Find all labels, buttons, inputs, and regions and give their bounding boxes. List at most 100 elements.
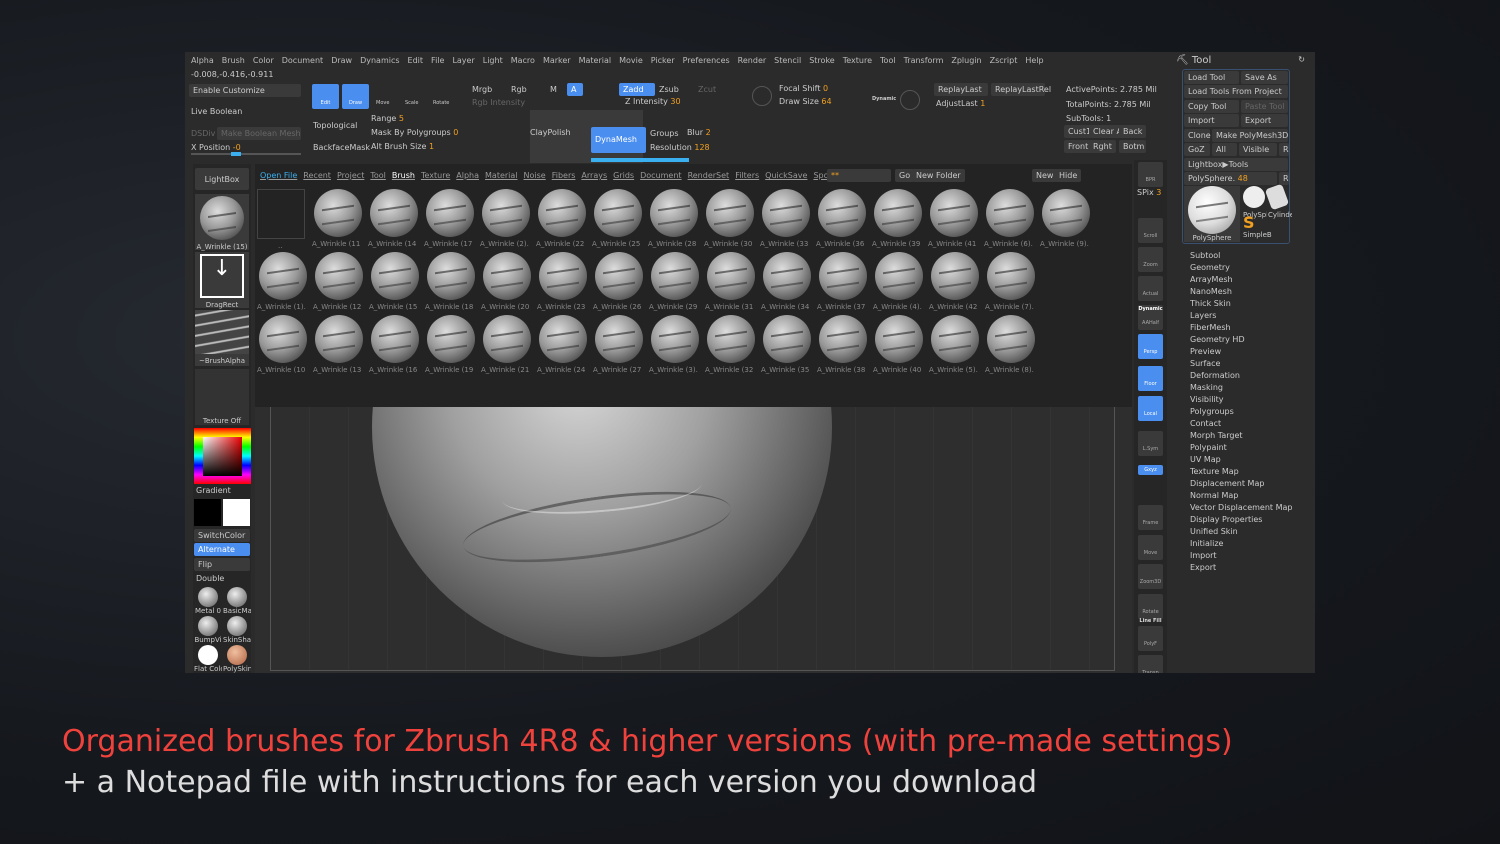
current-tool-slider[interactable]: PolySphere. 48 (1184, 172, 1277, 185)
lightbox-tab-noise[interactable]: Noise (524, 171, 546, 180)
menu-alpha[interactable]: Alpha (191, 56, 214, 65)
lightbox-tab-project[interactable]: Project (337, 171, 364, 180)
view-zoom-button[interactable]: Zoom (1138, 247, 1163, 272)
brush-thumbnail[interactable]: A_Wrinkle (20 (481, 252, 533, 311)
view-actual-button[interactable]: Actual (1138, 276, 1163, 301)
color-picker[interactable] (194, 428, 251, 484)
stroke-draw-icon[interactable] (900, 90, 920, 110)
hide-button[interactable]: Hide (1055, 169, 1082, 182)
stroke-selector[interactable]: ↓ DragRect (195, 252, 249, 309)
visible-button[interactable]: Visible (1239, 143, 1277, 156)
menu-edit[interactable]: Edit (408, 56, 424, 65)
resolution-slider[interactable]: Resolution 128 (650, 143, 710, 152)
lightbox-tab-material[interactable]: Material (485, 171, 518, 180)
tool-section-morph-target[interactable]: Morph Target (1190, 431, 1292, 443)
brush-thumbnail[interactable]: A_Wrinkle (38 (817, 315, 869, 374)
tool-section-visibility[interactable]: Visibility (1190, 395, 1292, 407)
rgb-intensity-slider[interactable]: Rgb Intensity (472, 98, 525, 107)
r-button-2[interactable]: R (1279, 172, 1289, 185)
draw-size-slider[interactable]: Draw Size 64 (779, 97, 832, 106)
brush-thumbnail[interactable]: A_Wrinkle (4). (873, 252, 925, 311)
replay-last-button[interactable]: ReplayLast (934, 83, 988, 96)
brush-thumbnail[interactable]: A_Wrinkle (18 (425, 252, 477, 311)
tool-section-geometry-hd[interactable]: Geometry HD (1190, 335, 1292, 347)
draw-button[interactable]: Draw (342, 84, 369, 109)
path-field[interactable]: ** (827, 169, 891, 182)
tool-section-subtool[interactable]: Subtool (1190, 251, 1292, 263)
brush-thumbnail[interactable]: A_Wrinkle (1). (257, 252, 309, 311)
tool-section-normal-map[interactable]: Normal Map (1190, 491, 1292, 503)
m-button[interactable]: M (550, 85, 557, 94)
all-button[interactable]: All (1212, 143, 1237, 156)
view-scroll-button[interactable]: Scroll (1138, 218, 1163, 243)
primary-color-swatch[interactable] (223, 499, 250, 526)
lightbox-tools-button[interactable]: Lightbox▶Tools (1184, 158, 1288, 171)
brush-thumbnail[interactable]: A_Wrinkle (10 (257, 315, 309, 374)
goz-button[interactable]: GoZ (1184, 143, 1210, 156)
mrgb-button[interactable]: Mrgb (472, 85, 492, 94)
brush-thumbnail[interactable]: A_Wrinkle (17 (424, 189, 476, 248)
import-button[interactable]: Import (1184, 114, 1239, 127)
menu-stencil[interactable]: Stencil (774, 56, 801, 65)
tool-section-nanomesh[interactable]: NanoMesh (1190, 287, 1292, 299)
parent-folder[interactable]: .. (257, 189, 305, 250)
brush-thumbnail[interactable]: A_Wrinkle (29 (649, 252, 701, 311)
brush-thumbnail[interactable]: A_Wrinkle (32 (705, 315, 757, 374)
tool-section-contact[interactable]: Contact (1190, 419, 1292, 431)
menu-document[interactable]: Document (282, 56, 323, 65)
export-button[interactable]: Export (1241, 114, 1288, 127)
lightbox-tab-tool[interactable]: Tool (370, 171, 386, 180)
tool-section-vector-displacement-map[interactable]: Vector Displacement Map (1190, 503, 1292, 515)
brush-thumbnail[interactable]: A_Wrinkle (8). (985, 315, 1037, 374)
brush-thumbnail[interactable]: A_Wrinkle (26 (593, 252, 645, 311)
tool-thumb-simplebrush[interactable]: S SimpleB (1243, 215, 1283, 240)
brush-thumbnail[interactable]: A_Wrinkle (42 (929, 252, 981, 311)
rgb-button[interactable]: Rgb (511, 85, 527, 94)
lightbox-tab-texture[interactable]: Texture (421, 171, 450, 180)
clone-button[interactable]: Clone (1184, 129, 1211, 142)
lightbox-tab-recent[interactable]: Recent (303, 171, 331, 180)
brush-thumbnail[interactable]: A_Wrinkle (36 (816, 189, 868, 248)
brush-thumbnail[interactable]: A_Wrinkle (19 (425, 315, 477, 374)
menu-preferences[interactable]: Preferences (683, 56, 730, 65)
material-swatch[interactable]: BasicMa (223, 587, 251, 615)
new-folder-button[interactable]: New Folder (912, 169, 965, 182)
brush-thumbnail[interactable]: A_Wrinkle (27 (593, 315, 645, 374)
r-button[interactable]: R (1279, 143, 1289, 156)
lightbox-tab-filters[interactable]: Filters (735, 171, 759, 180)
edit-button[interactable]: Edit (312, 84, 339, 109)
brush-thumbnail[interactable]: A_Wrinkle (16 (369, 315, 421, 374)
right-button[interactable]: Rght (1089, 140, 1116, 153)
spix-slider[interactable]: SPix 3 (1137, 188, 1161, 197)
material-swatch[interactable]: Flat Colo (194, 645, 222, 673)
alt-brush-size-slider[interactable]: Alt Brush Size 1 (371, 142, 434, 151)
menu-color[interactable]: Color (253, 56, 274, 65)
menu-material[interactable]: Material (579, 56, 612, 65)
tool-section-import[interactable]: Import (1190, 551, 1292, 563)
lightbox-tab-document[interactable]: Document (640, 171, 681, 180)
tool-section-deformation[interactable]: Deformation (1190, 371, 1292, 383)
brush-thumbnail[interactable]: A_Wrinkle (25 (592, 189, 644, 248)
menu-file[interactable]: File (431, 56, 444, 65)
brush-thumbnail[interactable]: A_Wrinkle (15 (369, 252, 421, 311)
make-boolean-mesh-button[interactable]: Make Boolean Mesh (217, 127, 301, 140)
brush-thumbnail[interactable]: A_Wrinkle (23 (537, 252, 589, 311)
brush-thumbnail[interactable]: A_Wrinkle (24 (537, 315, 589, 374)
brush-thumbnail[interactable]: A_Wrinkle (41 (928, 189, 980, 248)
bpr-button[interactable]: BPR (1138, 162, 1163, 187)
view-rotate-button[interactable]: Rotate (1138, 594, 1163, 619)
front-button[interactable]: Front (1064, 140, 1093, 153)
zadd-button[interactable]: Zadd (619, 83, 655, 96)
double-button[interactable]: Double (196, 574, 224, 583)
brush-thumbnail[interactable]: A_Wrinkle (11 (312, 189, 364, 248)
menu-zscript[interactable]: Zscript (990, 56, 1018, 65)
menu-dynamics[interactable]: Dynamics (360, 56, 399, 65)
menu-movie[interactable]: Movie (619, 56, 643, 65)
brush-thumbnail[interactable]: A_Wrinkle (40 (873, 315, 925, 374)
lightbox-button[interactable]: LightBox (195, 168, 249, 190)
tool-section-masking[interactable]: Masking (1190, 383, 1292, 395)
brush-thumbnail[interactable]: A_Wrinkle (33 (760, 189, 812, 248)
z-intensity-slider[interactable]: Z Intensity 30 (625, 97, 681, 106)
dynamic-toggle[interactable]: Dynamic (872, 96, 896, 102)
brush-thumbnail[interactable]: A_Wrinkle (14 (368, 189, 420, 248)
